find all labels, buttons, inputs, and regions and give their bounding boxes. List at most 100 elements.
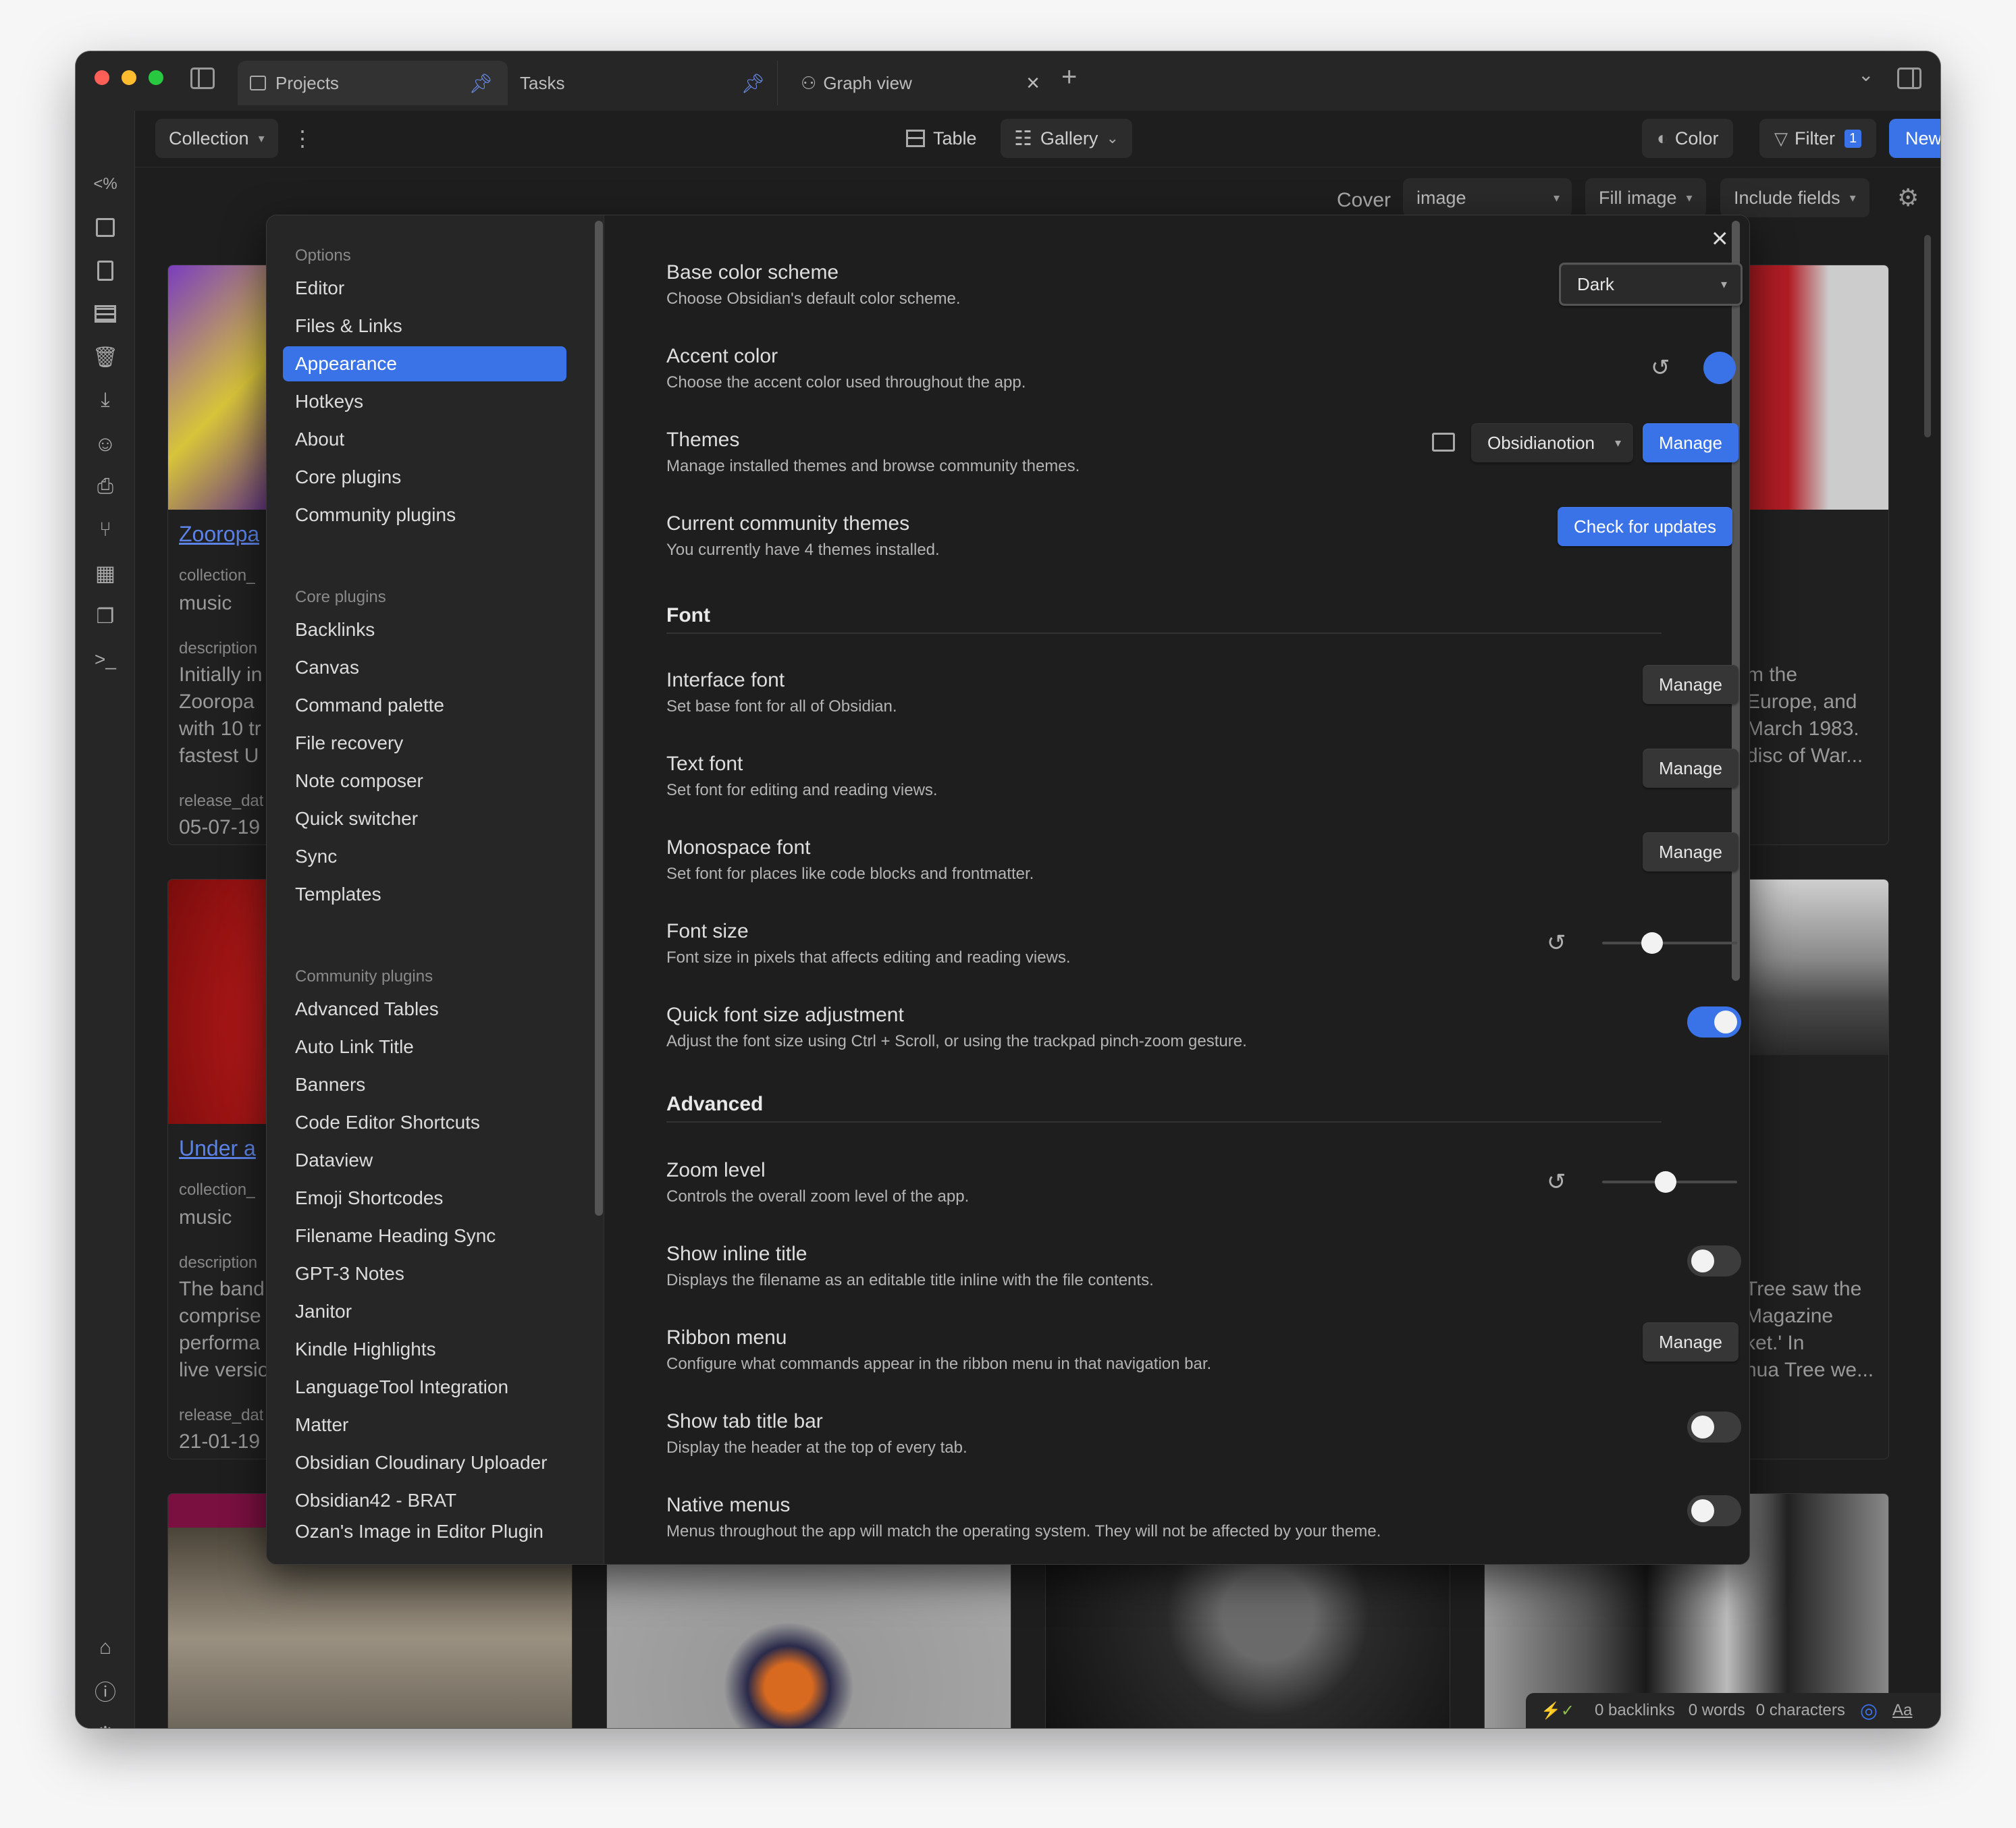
sidebar-item-sync[interactable]: Sync — [283, 839, 566, 874]
maximize-window-button[interactable] — [149, 70, 163, 85]
sidebar-item-hotkeys[interactable]: Hotkeys — [283, 384, 566, 419]
manage-text-font-button[interactable]: Manage — [1643, 749, 1739, 788]
collection-dropdown[interactable]: Collection ▾ — [155, 119, 278, 158]
sidebar-toggle-icon[interactable] — [190, 68, 215, 89]
sidebar-item-image-in-editor[interactable]: Ozan's Image in Editor Plugin — [283, 1521, 566, 1548]
file-search-icon[interactable]: ⎙ — [92, 474, 118, 500]
pin-icon[interactable]: 📌︎ — [741, 72, 765, 95]
sidebar-item-dataview[interactable]: Dataview — [283, 1143, 566, 1178]
sidebar-item-about[interactable]: About — [283, 422, 566, 457]
grid-icon[interactable] — [92, 301, 118, 327]
close-modal-icon[interactable]: × — [1712, 222, 1728, 254]
font-size-indicator[interactable]: Aa — [1892, 1701, 1912, 1720]
filter-button[interactable]: ▽ Filter 1 — [1759, 119, 1877, 158]
git-branch-icon[interactable]: ⑂ — [92, 517, 118, 543]
gallery-scrollbar[interactable] — [1924, 235, 1931, 437]
sidebar-item-core-plugins[interactable]: Core plugins — [283, 460, 566, 495]
sidebar-item-note-composer[interactable]: Note composer — [283, 763, 566, 799]
sync-status-icon[interactable]: ⚡✓ — [1541, 1701, 1574, 1721]
sidebar-item-emoji-shortcodes[interactable]: Emoji Shortcodes — [283, 1181, 566, 1216]
zoom-level-slider[interactable] — [1602, 1171, 1737, 1193]
slider-handle[interactable] — [1641, 932, 1663, 954]
sidebar-item-editor[interactable]: Editor — [283, 271, 566, 306]
code-icon[interactable]: <% — [92, 171, 118, 197]
sidebar-item-advanced-tables[interactable]: Advanced Tables — [283, 992, 566, 1027]
settings-gear-icon[interactable]: ⚙ — [92, 1721, 118, 1728]
sidebar-item-appearance[interactable]: Appearance — [283, 346, 566, 381]
manage-interface-font-button[interactable]: Manage — [1643, 665, 1739, 704]
check-for-updates-button[interactable]: Check for updates — [1558, 507, 1733, 546]
tab-tasks[interactable]: Tasks 📌︎ — [508, 61, 778, 105]
theme-select[interactable]: Obsidianotion ▾ — [1471, 423, 1633, 462]
sidebar-item-filename-heading-sync[interactable]: Filename Heading Sync — [283, 1218, 566, 1254]
quick-font-size-toggle[interactable] — [1687, 1006, 1741, 1038]
sidebar-item-gpt3-notes[interactable]: GPT-3 Notes — [283, 1256, 566, 1291]
tab-graph-view[interactable]: ⚇ Graph view × — [789, 61, 1052, 105]
copy-icon[interactable]: ❐ — [92, 603, 118, 629]
sidebar-item-file-recovery[interactable]: File recovery — [283, 726, 566, 761]
card-title[interactable]: Zooropa — [179, 522, 259, 547]
cover-select[interactable]: image ▾ — [1403, 178, 1572, 217]
setting-description: Choose Obsidian's default color scheme. — [666, 290, 961, 308]
reset-icon[interactable]: ↺ — [1651, 354, 1676, 381]
manage-themes-button[interactable]: Manage — [1643, 423, 1739, 462]
base-color-scheme-select[interactable]: Dark ▾ — [1559, 263, 1743, 306]
close-window-button[interactable] — [95, 70, 109, 85]
sidebar-item-backlinks[interactable]: Backlinks — [283, 612, 566, 647]
include-fields-select[interactable]: Include fields ▾ — [1720, 178, 1869, 217]
manage-ribbon-menu-button[interactable]: Manage — [1643, 1322, 1739, 1362]
sidebar-item-obsidian42-brat[interactable]: Obsidian42 - BRAT — [283, 1483, 566, 1518]
right-sidebar-toggle-icon[interactable] — [1897, 68, 1921, 89]
show-inline-title-toggle[interactable] — [1687, 1245, 1741, 1276]
new-tab-icon[interactable]: + — [1061, 62, 1077, 92]
sidebar-item-matter[interactable]: Matter — [283, 1407, 566, 1443]
gallery-settings-icon[interactable]: ⚙ — [1897, 184, 1919, 212]
sidebar-item-quick-switcher[interactable]: Quick switcher — [283, 801, 566, 836]
slider-handle[interactable] — [1655, 1171, 1676, 1193]
show-tab-title-bar-toggle[interactable] — [1687, 1412, 1741, 1443]
sidebar-item-templates[interactable]: Templates — [283, 877, 566, 912]
terminal-icon[interactable]: >_ — [92, 647, 118, 672]
color-button[interactable]: ◐ Color — [1642, 119, 1734, 158]
card-title[interactable]: Under a — [179, 1136, 256, 1161]
native-menus-toggle[interactable] — [1687, 1495, 1741, 1526]
tab-projects[interactable]: Projects 📌︎ — [238, 61, 508, 105]
sidebar-item-canvas[interactable]: Canvas — [283, 650, 566, 685]
file-icon[interactable] — [92, 258, 118, 284]
minimize-window-button[interactable] — [122, 70, 136, 85]
sidebar-item-kindle-highlights[interactable]: Kindle Highlights — [283, 1332, 566, 1367]
folder-icon[interactable] — [1432, 433, 1455, 452]
sidebar-scrollbar[interactable] — [595, 221, 603, 1216]
sidebar-item-banners[interactable]: Banners — [283, 1067, 566, 1102]
download-icon[interactable]: ⤓ — [92, 387, 118, 413]
sidebar-item-code-editor-shortcuts[interactable]: Code Editor Shortcuts — [283, 1105, 566, 1140]
smile-icon[interactable]: ☺ — [92, 431, 118, 456]
accent-color-swatch[interactable] — [1703, 352, 1736, 384]
layout-icon[interactable] — [92, 215, 118, 240]
sidebar-item-community-plugins[interactable]: Community plugins — [283, 498, 566, 533]
more-options-icon[interactable]: ⋮ — [292, 119, 313, 158]
font-size-slider[interactable] — [1602, 932, 1737, 954]
close-tab-icon[interactable]: × — [1026, 70, 1040, 97]
help-icon[interactable]: ⓘ — [92, 1678, 118, 1704]
vault-icon[interactable]: ⌂ — [92, 1635, 118, 1661]
gallery-view-button[interactable]: ☷ Gallery ⌄ — [1001, 119, 1132, 158]
fill-image-select[interactable]: Fill image ▾ — [1585, 178, 1706, 217]
trash-icon[interactable]: 🗑︎ — [92, 344, 118, 370]
sidebar-item-languagetool[interactable]: LanguageTool Integration — [283, 1370, 566, 1405]
backlinks-count[interactable]: 0 backlinks — [1595, 1701, 1675, 1720]
blocks-icon[interactable]: ▦ — [92, 560, 118, 586]
new-button[interactable]: New ⌄ — [1889, 119, 1940, 158]
sidebar-item-janitor[interactable]: Janitor — [283, 1294, 566, 1329]
sidebar-item-cloudinary-uploader[interactable]: Obsidian Cloudinary Uploader — [283, 1445, 566, 1480]
pin-icon[interactable]: 📌︎ — [469, 72, 493, 95]
sidebar-item-auto-link-title[interactable]: Auto Link Title — [283, 1029, 566, 1065]
chevron-down-icon[interactable]: ⌄ — [1858, 63, 1874, 86]
sidebar-item-command-palette[interactable]: Command palette — [283, 688, 566, 723]
table-view-button[interactable]: Table — [897, 119, 986, 158]
sync-icon[interactable]: ◎ — [1860, 1699, 1878, 1723]
manage-monospace-font-button[interactable]: Manage — [1643, 832, 1739, 871]
reset-icon[interactable]: ↺ — [1547, 930, 1572, 956]
sidebar-item-files-links[interactable]: Files & Links — [283, 308, 566, 344]
reset-icon[interactable]: ↺ — [1547, 1168, 1572, 1195]
